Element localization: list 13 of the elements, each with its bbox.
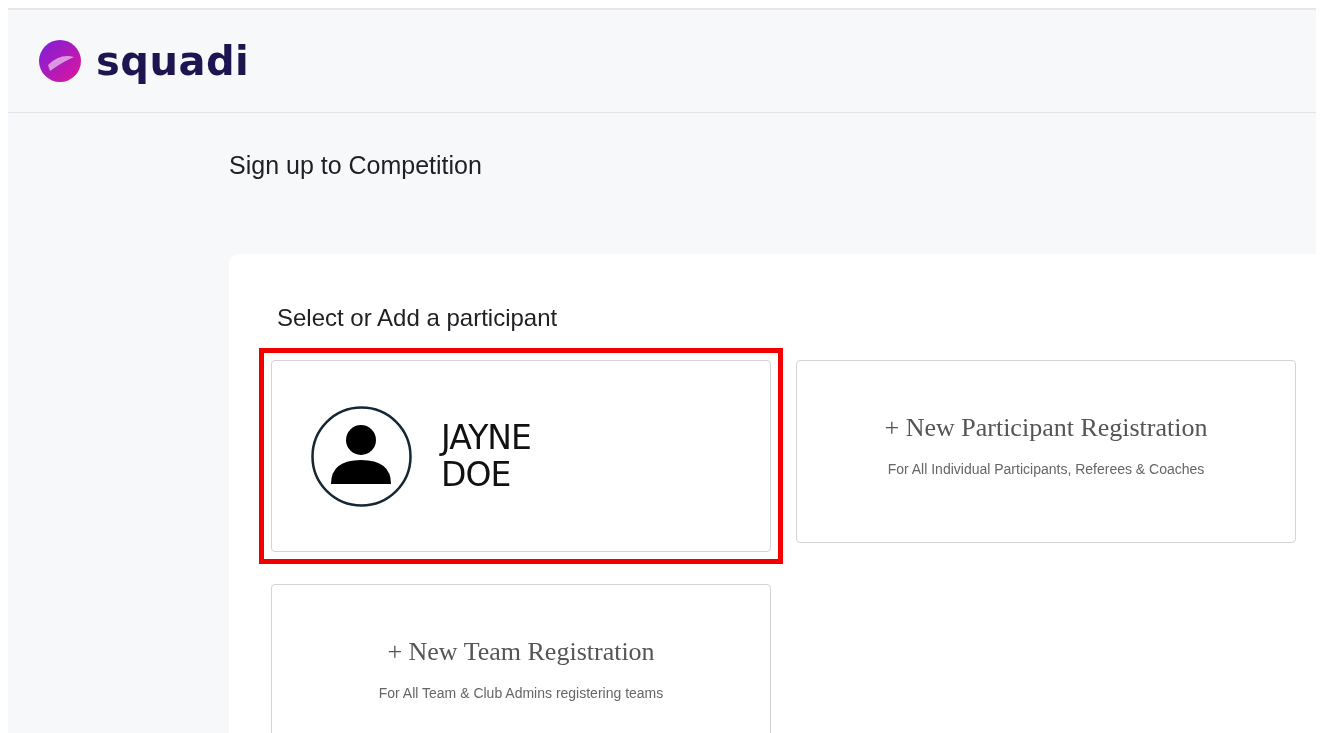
registration-subtitle: For All Individual Participants, Referees & Coaches <box>887 461 1205 477</box>
logo-icon <box>38 39 82 83</box>
section-heading: Select or Add a participant <box>277 304 559 332</box>
registration-subtitle: For All Team & Club Admins registering teams <box>378 685 664 701</box>
registration-card[interactable]: + New Team Registration For All Team & Club Admins registering teams <box>271 584 771 733</box>
registration-card[interactable]: + New Participant Registration For All Individual Participants, Referees & Coaches <box>796 360 1296 543</box>
participant-card[interactable]: JAYNE DOE <box>271 360 771 552</box>
registration-title: + New Participant Registration <box>884 413 1208 443</box>
participant-name: JAYNE DOE <box>441 419 532 493</box>
logo-text: squadi <box>96 38 250 84</box>
user-avatar-icon <box>311 405 412 507</box>
page-title: Sign up to Competition <box>229 151 483 180</box>
registration-title: + New Team Registration <box>387 637 655 667</box>
